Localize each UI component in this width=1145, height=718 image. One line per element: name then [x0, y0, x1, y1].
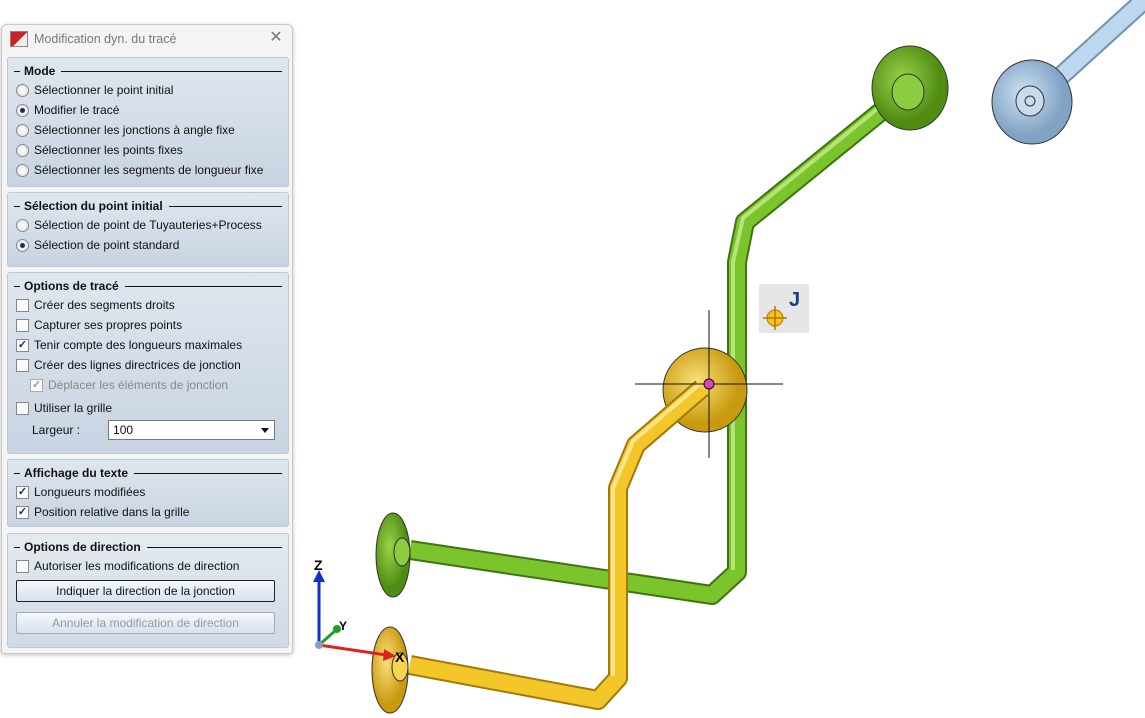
width-label: Largeur :: [32, 423, 81, 437]
radio-piping-point[interactable]: Sélection de point de Tuyauteries+Proces…: [8, 215, 288, 235]
radio-select-initial-point[interactable]: Sélectionner le point initial: [8, 80, 288, 100]
option-label: Sélectionner les jonctions à angle fixe: [34, 123, 235, 137]
option-label: Utiliser la grille: [34, 401, 113, 415]
radio-standard-point[interactable]: Sélection de point standard: [8, 235, 288, 255]
check-relative-grid-position[interactable]: ✓ Position relative dans la grille: [8, 502, 288, 522]
radio-fixed-length-segments[interactable]: Sélectionner les segments de longueur fi…: [8, 160, 288, 180]
yellow-pipe[interactable]: [371, 347, 748, 714]
dialog-title: Modification dyn. du tracé: [34, 32, 177, 46]
trace-options-legend: Options de tracé: [14, 277, 282, 295]
option-label: Déplacer les éléments de jonction: [48, 378, 229, 392]
check-max-lengths[interactable]: ✓ Tenir compte des longueurs maximales: [8, 335, 288, 355]
option-label: Tenir compte des longueurs maximales: [34, 338, 243, 352]
option-label: Autoriser les modifications de direction: [34, 559, 240, 573]
check-use-grid[interactable]: Utiliser la grille: [8, 398, 288, 418]
width-select[interactable]: 100: [108, 420, 276, 440]
close-icon[interactable]: ✕: [268, 30, 284, 46]
route-modification-dialog: Modification dyn. du tracé ✕ Mode Sélect…: [1, 24, 293, 654]
app-icon: [10, 31, 28, 47]
option-label: Sélectionner les segments de longueur fi…: [34, 163, 264, 177]
option-label: Sélection de point de Tuyauteries+Proces…: [34, 218, 262, 232]
text-display-group: Affichage du texte ✓ Longueurs modifiées …: [7, 459, 289, 527]
width-value: 100: [113, 423, 134, 437]
initial-point-legend: Sélection du point initial: [14, 197, 282, 215]
indicate-direction-button[interactable]: Indiquer la direction de la jonction: [16, 580, 275, 602]
mode-legend: Mode: [14, 62, 282, 80]
initial-point-group: Sélection du point initial Sélection de …: [7, 192, 289, 267]
axis-z-label: Z: [314, 557, 323, 573]
direction-group: Options de direction Autoriser les modif…: [7, 533, 289, 648]
option-label: Longueurs modifiées: [34, 485, 146, 499]
direction-legend: Options de direction: [14, 538, 282, 556]
blue-pipe[interactable]: [991, 0, 1145, 145]
check-capture-own-points[interactable]: Capturer ses propres points: [8, 315, 288, 335]
check-modified-lengths[interactable]: ✓ Longueurs modifiées: [8, 482, 288, 502]
option-label: Sélection de point standard: [34, 238, 180, 252]
snap-point-icon: J: [759, 284, 809, 333]
trace-options-group: Options de tracé Créer des segments droi…: [7, 272, 289, 454]
radio-fixed-angle-joints[interactable]: Sélectionner les jonctions à angle fixe: [8, 120, 288, 140]
mode-group: Mode Sélectionner le point initial Modif…: [7, 57, 289, 187]
snap-label: J: [789, 289, 800, 311]
axis-x-label: X: [395, 649, 405, 665]
option-label: Position relative dans la grille: [34, 505, 190, 519]
option-label: Modifier le tracé: [34, 103, 120, 117]
chevron-down-icon: [261, 428, 270, 433]
dialog-titlebar[interactable]: Modification dyn. du tracé ✕: [2, 25, 292, 53]
radio-fixed-points[interactable]: Sélectionner les points fixes: [8, 140, 288, 160]
check-joint-guidelines[interactable]: Créer des lignes directrices de jonction: [8, 355, 288, 375]
option-label: Créer des segments droits: [34, 298, 175, 312]
check-straight-segments[interactable]: Créer des segments droits: [8, 295, 288, 315]
green-pipe[interactable]: [375, 45, 949, 605]
option-label: Capturer ses propres points: [34, 318, 183, 332]
check-allow-direction-changes[interactable]: Autoriser les modifications de direction: [8, 556, 288, 576]
option-label: Sélectionner les points fixes: [34, 143, 183, 157]
option-label: Sélectionner le point initial: [34, 83, 174, 97]
axis-y-label: Y: [339, 619, 347, 633]
option-label: Créer des lignes directrices de jonction: [34, 358, 241, 372]
text-display-legend: Affichage du texte: [14, 464, 282, 482]
cancel-direction-button: Annuler la modification de direction: [16, 612, 275, 634]
radio-modify-route[interactable]: Modifier le tracé: [8, 100, 288, 120]
check-move-joint-elements: ✓ Déplacer les éléments de jonction: [30, 378, 229, 392]
